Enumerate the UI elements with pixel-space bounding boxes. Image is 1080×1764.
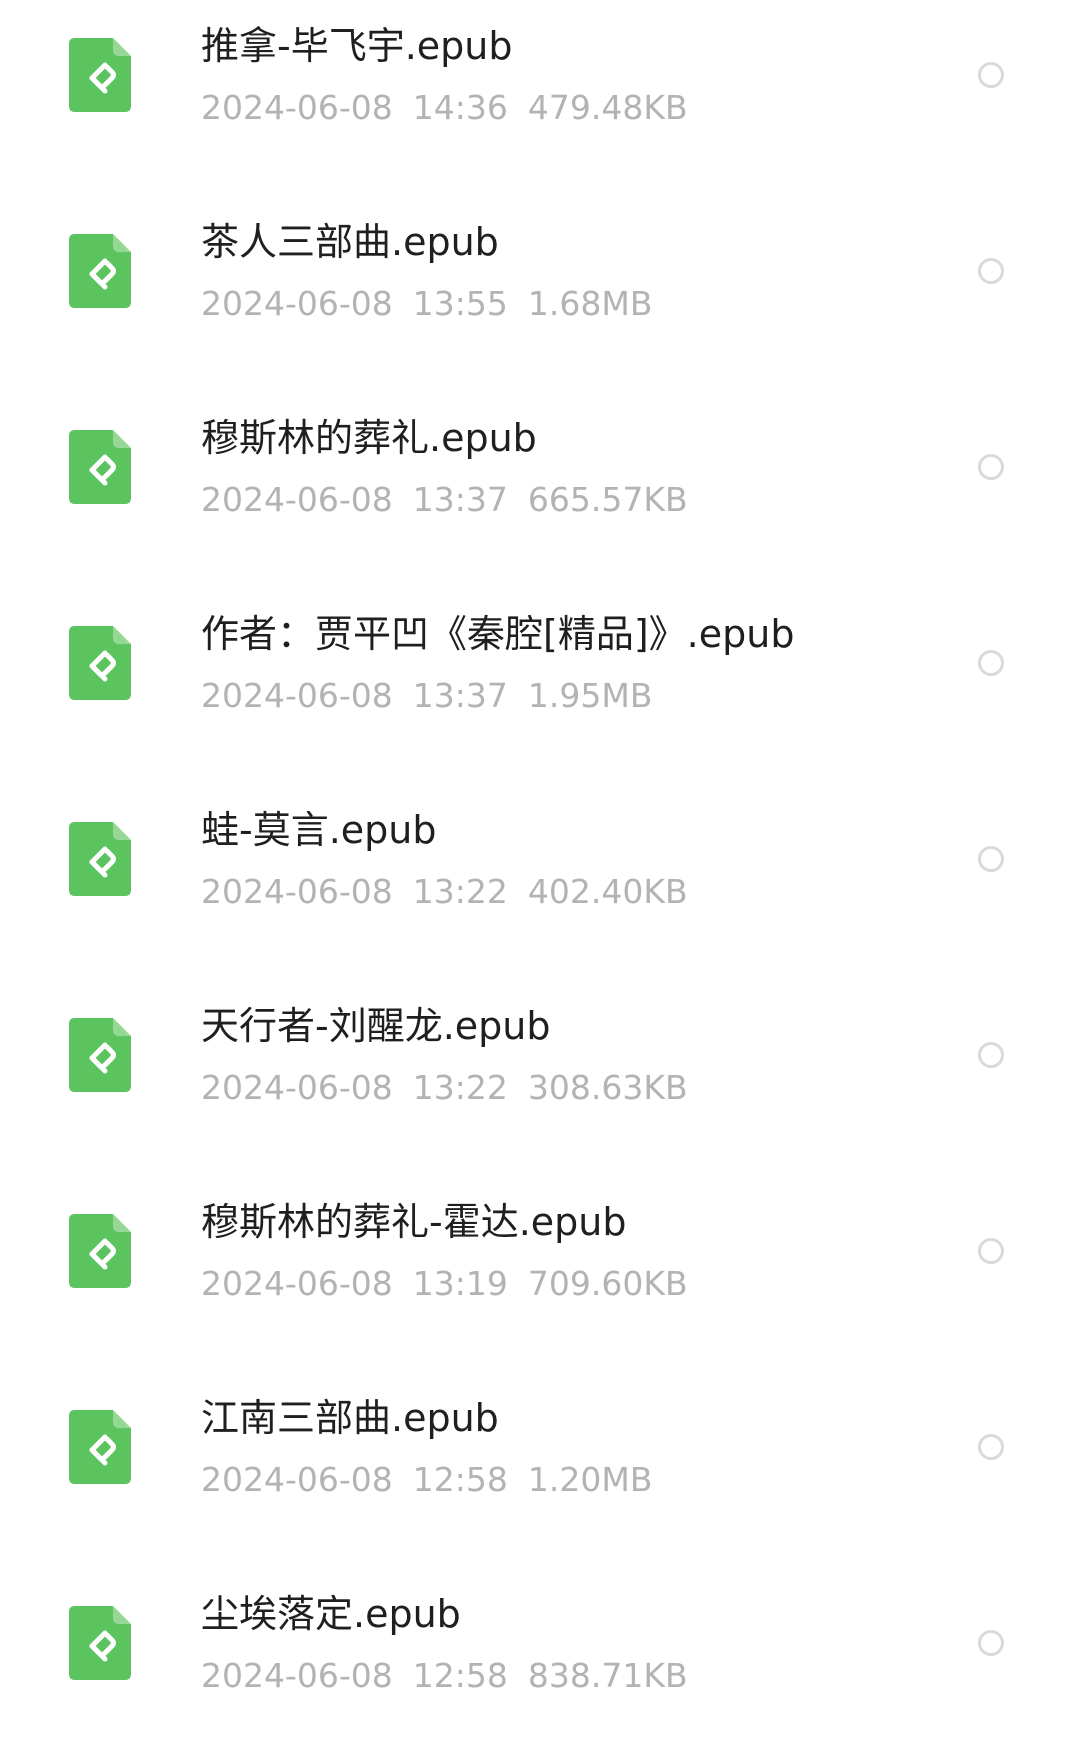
file-time: 13:37 <box>412 676 508 715</box>
file-date: 2024-06-08 <box>201 1656 393 1695</box>
file-name: 穆斯林的葬礼.epub <box>201 416 537 460</box>
file-name: 茶人三部曲.epub <box>201 220 499 264</box>
file-size: 308.63KB <box>527 1068 688 1107</box>
file-row[interactable]: 蛙-莫言.epub 2024-06-08 13:22 402.40KB <box>0 784 1080 980</box>
file-time: 12:58 <box>412 1656 508 1695</box>
file-row[interactable]: 茶人三部曲.epub 2024-06-08 13:55 1.68MB <box>0 196 1080 392</box>
file-name: 推拿-毕飞宇.epub <box>201 24 513 68</box>
file-time: 14:36 <box>412 88 508 127</box>
file-meta: 2024-06-08 13:55 1.68MB <box>201 283 672 325</box>
epub-file-icon <box>69 626 131 700</box>
file-date: 2024-06-08 <box>201 676 393 715</box>
file-size: 479.48KB <box>527 88 688 127</box>
file-size: 709.60KB <box>527 1264 688 1303</box>
select-radio[interactable] <box>978 1238 1004 1264</box>
epub-file-icon <box>69 234 131 308</box>
file-row[interactable]: 天行者-刘醒龙.epub 2024-06-08 13:22 308.63KB <box>0 980 1080 1176</box>
file-row[interactable]: 穆斯林的葬礼-霍达.epub 2024-06-08 13:19 709.60KB <box>0 1176 1080 1372</box>
file-time: 13:22 <box>412 1068 508 1107</box>
file-name: 蛙-莫言.epub <box>201 808 437 852</box>
file-row[interactable]: 尘埃落定.epub 2024-06-08 12:58 838.71KB <box>0 1568 1080 1764</box>
file-time: 13:22 <box>412 872 508 911</box>
file-name: 江南三部曲.epub <box>201 1396 499 1440</box>
epub-file-icon <box>69 822 131 896</box>
epub-file-icon <box>69 1606 131 1680</box>
select-radio[interactable] <box>978 62 1004 88</box>
file-date: 2024-06-08 <box>201 1264 393 1303</box>
file-meta: 2024-06-08 13:37 1.95MB <box>201 675 672 717</box>
select-radio[interactable] <box>978 650 1004 676</box>
file-meta: 2024-06-08 12:58 1.20MB <box>201 1459 672 1501</box>
file-meta: 2024-06-08 13:19 709.60KB <box>201 1263 708 1305</box>
file-date: 2024-06-08 <box>201 872 393 911</box>
epub-file-icon <box>69 1410 131 1484</box>
file-row[interactable]: 推拿-毕飞宇.epub 2024-06-08 14:36 479.48KB <box>0 0 1080 196</box>
epub-file-icon <box>69 430 131 504</box>
epub-file-icon <box>69 38 131 112</box>
file-date: 2024-06-08 <box>201 1068 393 1107</box>
file-name: 天行者-刘醒龙.epub <box>201 1004 551 1048</box>
file-size: 1.20MB <box>527 1460 653 1499</box>
epub-file-icon <box>69 1214 131 1288</box>
file-name: 穆斯林的葬礼-霍达.epub <box>201 1200 627 1244</box>
file-meta: 2024-06-08 13:22 402.40KB <box>201 871 708 913</box>
file-size: 665.57KB <box>527 480 688 519</box>
file-size: 838.71KB <box>527 1656 688 1695</box>
file-date: 2024-06-08 <box>201 480 393 519</box>
file-meta: 2024-06-08 13:37 665.57KB <box>201 479 708 521</box>
file-name: 尘埃落定.epub <box>201 1592 461 1636</box>
select-radio[interactable] <box>978 1434 1004 1460</box>
file-date: 2024-06-08 <box>201 88 393 127</box>
file-name: 作者：贾平凹《秦腔[精品]》.epub <box>201 612 795 656</box>
file-meta: 2024-06-08 12:58 838.71KB <box>201 1655 708 1697</box>
file-row[interactable]: 江南三部曲.epub 2024-06-08 12:58 1.20MB <box>0 1372 1080 1568</box>
file-size: 402.40KB <box>527 872 688 911</box>
file-meta: 2024-06-08 14:36 479.48KB <box>201 87 708 129</box>
epub-file-icon <box>69 1018 131 1092</box>
file-time: 13:19 <box>412 1264 508 1303</box>
select-radio[interactable] <box>978 846 1004 872</box>
file-list: 推拿-毕飞宇.epub 2024-06-08 14:36 479.48KB 茶人三部… <box>0 0 1080 1755</box>
select-radio[interactable] <box>978 258 1004 284</box>
file-row[interactable]: 作者：贾平凹《秦腔[精品]》.epub 2024-06-08 13:37 1.95M… <box>0 588 1080 784</box>
file-time: 13:37 <box>412 480 508 519</box>
file-size: 1.95MB <box>527 676 653 715</box>
select-radio[interactable] <box>978 454 1004 480</box>
file-row[interactable]: 穆斯林的葬礼.epub 2024-06-08 13:37 665.57KB <box>0 392 1080 588</box>
file-date: 2024-06-08 <box>201 284 393 323</box>
file-date: 2024-06-08 <box>201 1460 393 1499</box>
file-size: 1.68MB <box>527 284 653 323</box>
select-radio[interactable] <box>978 1042 1004 1068</box>
file-time: 12:58 <box>412 1460 508 1499</box>
file-meta: 2024-06-08 13:22 308.63KB <box>201 1067 708 1109</box>
file-time: 13:55 <box>412 284 508 323</box>
select-radio[interactable] <box>978 1630 1004 1656</box>
